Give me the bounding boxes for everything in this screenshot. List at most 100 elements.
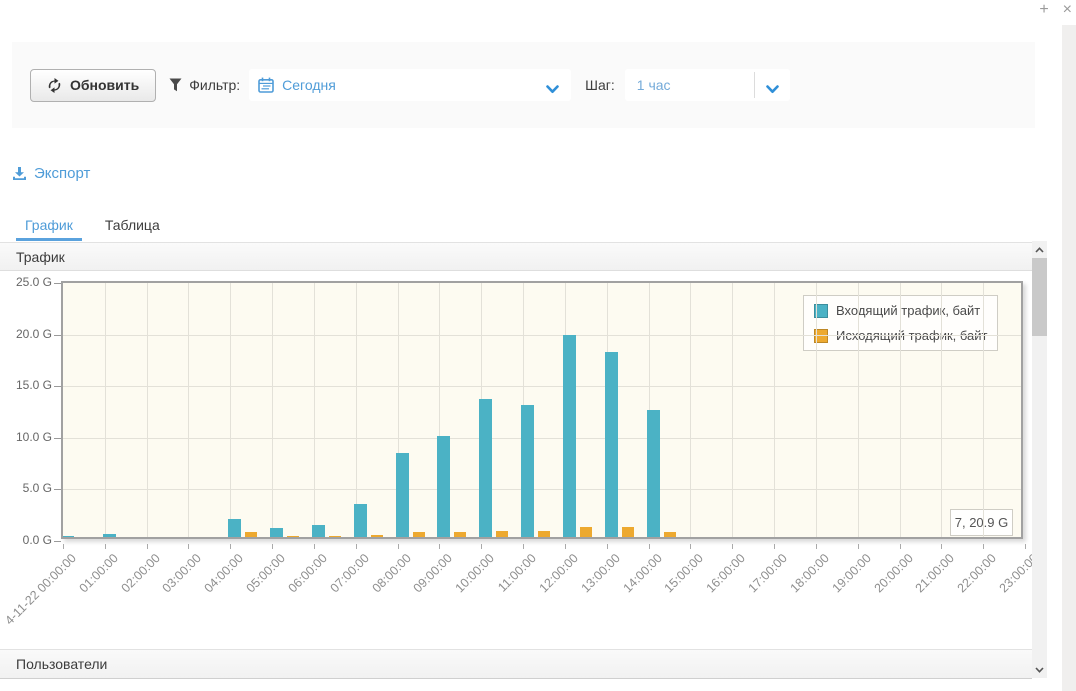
x-axis-tick — [398, 544, 399, 549]
bar-outgoing[interactable] — [580, 527, 592, 537]
bar-incoming[interactable] — [270, 528, 283, 537]
gridline-vertical — [900, 283, 901, 537]
gridline-vertical — [983, 283, 984, 537]
bar-outgoing[interactable] — [287, 536, 299, 537]
x-axis-tick — [816, 544, 817, 549]
bar-outgoing[interactable] — [664, 532, 676, 537]
bar-incoming[interactable] — [521, 405, 534, 537]
gridline-vertical — [774, 283, 775, 537]
chevron-down-icon — [766, 81, 779, 99]
bar-incoming[interactable] — [354, 504, 367, 537]
bar-incoming[interactable] — [103, 534, 116, 537]
x-axis-tick — [63, 544, 64, 549]
close-icon[interactable]: × — [1063, 2, 1072, 18]
bar-incoming[interactable] — [647, 410, 660, 537]
gridline-horizontal — [63, 438, 1021, 439]
tab-chart[interactable]: График — [16, 215, 82, 241]
export-label: Экспорт — [34, 165, 90, 182]
y-axis-tick — [54, 438, 61, 439]
gridline-vertical — [816, 283, 817, 537]
traffic-section-header[interactable]: Трафик — [0, 242, 1032, 271]
gridline-vertical — [105, 283, 106, 537]
bar-outgoing[interactable] — [622, 527, 634, 537]
chart-plot-area: Входящий трафик, байтИсходящий трафик, б… — [61, 281, 1023, 539]
chevron-down-icon — [546, 81, 559, 99]
bar-incoming[interactable] — [312, 525, 325, 537]
x-axis-tick — [105, 544, 106, 549]
x-axis-tick — [481, 544, 482, 549]
y-axis-label: 20.0 G — [0, 327, 52, 341]
x-axis-tick — [314, 544, 315, 549]
scroll-up-arrow[interactable] — [1032, 241, 1047, 258]
bar-incoming[interactable] — [563, 335, 576, 537]
gridline-vertical — [314, 283, 315, 537]
date-filter-value: Сегодня — [282, 77, 336, 93]
users-section-header[interactable]: Пользователи — [0, 649, 1032, 679]
refresh-button[interactable]: Обновить — [30, 69, 156, 102]
download-icon — [12, 166, 27, 181]
x-axis-tick — [941, 544, 942, 549]
y-axis-label: 0.0 G — [0, 533, 52, 547]
filter-icon — [169, 78, 182, 92]
date-filter-select[interactable]: Сегодня — [249, 69, 571, 101]
refresh-button-label: Обновить — [70, 77, 139, 93]
bar-outgoing[interactable] — [329, 536, 341, 537]
x-axis-tick — [732, 544, 733, 549]
y-axis-label: 15.0 G — [0, 378, 52, 392]
y-axis-tick — [54, 489, 61, 490]
step-value: 1 час — [637, 77, 671, 93]
x-axis-tick — [523, 544, 524, 549]
gridline-vertical — [690, 283, 691, 537]
scrollbar-thumb[interactable] — [1032, 258, 1047, 336]
window-scrollbar-track[interactable] — [1062, 25, 1076, 691]
gridline-vertical — [941, 283, 942, 537]
gridline-vertical — [188, 283, 189, 537]
x-axis-tick — [565, 544, 566, 549]
y-axis-label: 10.0 G — [0, 430, 52, 444]
x-axis-tick — [690, 544, 691, 549]
gridline-vertical — [147, 283, 148, 537]
bar-incoming[interactable] — [605, 352, 618, 537]
bar-outgoing[interactable] — [496, 531, 508, 537]
add-icon[interactable]: + — [1039, 2, 1048, 18]
toolbar: Обновить Фильтр: Сегодня Шаг: 1 час — [12, 42, 1035, 128]
bar-outgoing[interactable] — [538, 531, 550, 537]
bar-incoming[interactable] — [479, 399, 492, 537]
gridline-vertical — [230, 283, 231, 537]
x-axis-tick — [230, 544, 231, 549]
bar-incoming[interactable] — [396, 453, 409, 537]
window-controls: + × — [1039, 2, 1072, 18]
x-axis-tick — [188, 544, 189, 549]
y-axis-tick — [54, 386, 61, 387]
bar-incoming[interactable] — [61, 536, 74, 537]
gridline-vertical — [732, 283, 733, 537]
chart-tooltip: 7, 20.9 G — [950, 509, 1013, 536]
x-axis-tick — [607, 544, 608, 549]
calendar-icon — [258, 77, 274, 93]
bar-outgoing[interactable] — [454, 532, 466, 537]
bar-outgoing[interactable] — [413, 532, 425, 537]
scroll-down-arrow[interactable] — [1032, 661, 1047, 678]
traffic-section-title: Трафик — [16, 249, 65, 265]
tab-table[interactable]: Таблица — [96, 215, 169, 241]
bar-incoming[interactable] — [228, 519, 241, 537]
y-axis-tick — [54, 283, 61, 284]
y-axis-label: 5.0 G — [0, 481, 52, 495]
tab-bar: График Таблица — [16, 215, 169, 241]
bar-outgoing[interactable] — [371, 535, 383, 537]
export-link[interactable]: Экспорт — [12, 165, 90, 182]
bar-incoming[interactable] — [437, 436, 450, 537]
x-axis-tick — [147, 544, 148, 549]
panel-scrollbar[interactable] — [1032, 241, 1047, 678]
bar-outgoing[interactable] — [245, 532, 257, 537]
step-select[interactable]: 1 час — [625, 69, 790, 101]
x-axis-tick — [356, 544, 357, 549]
y-axis-tick — [54, 541, 61, 542]
x-axis-tick — [774, 544, 775, 549]
x-axis-tick — [983, 544, 984, 549]
y-axis-tick — [54, 335, 61, 336]
users-section-title: Пользователи — [16, 656, 107, 672]
x-axis-tick — [439, 544, 440, 549]
x-axis-tick — [900, 544, 901, 549]
x-axis-tick — [1025, 544, 1026, 549]
